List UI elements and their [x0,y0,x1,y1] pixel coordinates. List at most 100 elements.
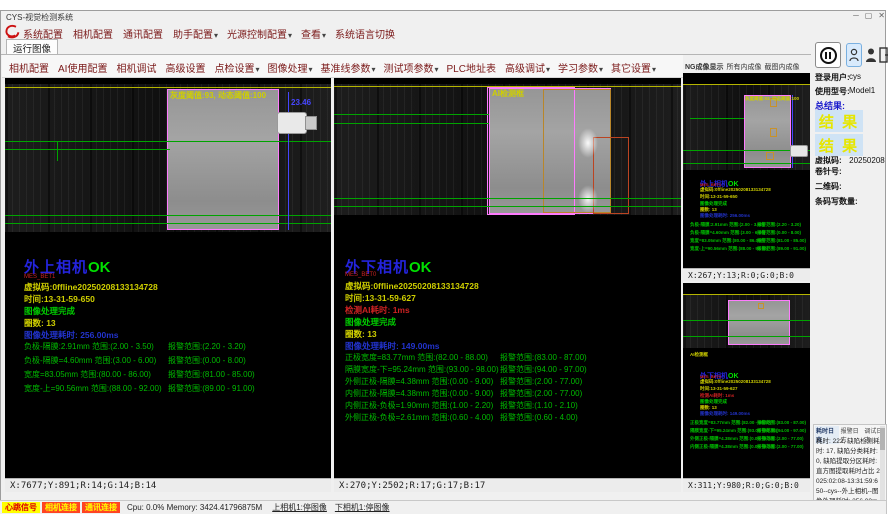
alarm-range: 报警范围:(2.00 - 77.00) [757,444,804,450]
menu-item-comm-config[interactable]: 通讯配置 [123,26,164,41]
exit-door-icon [879,47,888,63]
roi-rect-orange [758,303,764,309]
person-icon [849,48,859,62]
alarm-range: 报警范围:(2.00 - 77.00) [500,376,582,387]
connector-tip [305,116,317,130]
virtual-code-label: 虚拟码:0ffline20250208133134728 [345,280,479,292]
ai-time-label: 检测AI耗时: 1ms [345,304,410,316]
camera-upper-statusbar: X:7677;Y:891;R:14;G:14;B:14 [5,478,331,492]
menu-item-camera-config[interactable]: 相机配置 [73,26,114,41]
camera-view-lower[interactable]: AI检测框 外下相机OK MES_BET0 虚拟码:0ffline2025020… [334,78,681,478]
ai-overlay-label: AI检测框 [690,352,708,358]
measurement-row: 宽度=83.05mm 范围:(80.00 - 86.00) [690,238,762,244]
processing-time-label: 图像处理耗时: 256.00ms [24,329,118,341]
tool-plc-address-table[interactable]: PLC地址表 [447,60,497,75]
tool-test-item-params[interactable]: 测试项参数▾ [384,60,439,75]
tab-ng-display[interactable]: NG成像显示 [685,62,724,72]
tool-ai-usage-config[interactable]: AI使用配置 [58,60,108,75]
menu-item-view[interactable]: 查看▾ [301,26,326,41]
overlay-line-green [683,320,810,321]
virtual-code-label: 虚拟码:0ffline20250208133134728 [700,187,771,193]
measurement-row: 隔膜宽度-下=95.24mm 范围:(93.00 - 98.00) [345,364,499,375]
alarm-range: 报警范围:(89.00 - 91.00) [757,246,806,252]
alarm-range: 报警范围:(94.00 - 97.00) [757,428,806,434]
tool-other-settings[interactable]: 其它设置▾ [611,60,656,75]
camera-result-ok: OK [409,259,432,276]
measurement-row: 外侧正极-负极=2.61mm 范围:(0.60 - 4.00) [345,412,493,423]
threshold-overlay-label: 灰度阈值:93, 动态阈值:100 [170,90,266,101]
tool-advanced-debug[interactable]: 高级调试▾ [505,60,550,75]
menu-item-assistant-config[interactable]: 助手配置▾ [173,26,218,41]
overlay-line-green [5,223,331,224]
thumb-lower-statusbar: X:311;Y:980;R:0;G:0;B:0 [683,478,810,492]
login-user-value: cys [849,72,861,81]
measurement-row: 内侧正极-负极=1.90mm 范围:(1.00 - 2.20) [345,400,493,411]
processing-time-label: 图像处理耗时: 256.00ms [700,213,750,219]
roi-rect-orange [770,128,777,137]
thumb-view-upper[interactable]: 灰度阈值:93, 动态阈值:100 外上相机OK MES_BET1 虚拟码:0f… [683,73,810,268]
alarm-range: 报警范围:(81.00 - 85.00) [168,369,255,380]
overlay-line-green [334,123,489,124]
lower-camera-stream-label[interactable]: 下相机1:停图像 [335,502,390,513]
overlay-line-green [334,198,681,199]
comm-link-badge: 通讯连接 [82,502,120,513]
user-mode-button-selected[interactable] [846,43,862,67]
measure-line-blue [792,95,793,168]
close-button[interactable]: ✕ [878,11,885,23]
alarm-range: 报警范围:(2.00 - 77.00) [500,388,582,399]
tool-advanced-settings[interactable]: 高级设置 [165,60,206,75]
tool-camera-debug[interactable]: 相机调试 [116,60,157,75]
tool-spotcheck-settings[interactable]: 点检设置▾ [214,60,259,75]
threshold-overlay-label: 灰度阈值:93, 动态阈值:100 [745,96,799,102]
capture-time-label: 时间:13-31-59-627 [700,386,738,392]
overlay-line-green [690,118,744,119]
tool-learning-params[interactable]: 学习参数▾ [558,60,603,75]
overlay-line-green [683,336,810,337]
qr-code-label: 二维码: [815,181,842,192]
measurement-row: 正极宽度=83.77mm 范围:(82.00 - 88.00) [345,352,488,363]
overlay-line-green [334,206,681,207]
measurement-row: 负极-隔膜=4.60mm 范围:(3.00 - 6.00) [24,355,156,366]
admin-mode-button[interactable] [864,45,878,65]
alarm-range: 报警范围:(0.00 - 8.00) [168,355,246,366]
pause-button[interactable] [815,42,841,68]
connector-part [790,145,808,157]
measurement-row: 负极-隔膜:2.91mm 范围:(2.00 - 3.50) [690,222,764,228]
capture-time-label: 时间:13-31-59-650 [700,194,738,200]
upper-camera-stream-label[interactable]: 上相机1:停图像 [272,502,327,513]
maximize-button[interactable]: ▢ [865,11,873,23]
processing-done-label: 图像处理完成 [24,305,75,317]
tab-run-image[interactable]: 运行图像 [6,39,58,55]
led-highlight [578,185,598,213]
scrollbar-thumb[interactable] [880,428,885,450]
alarm-range: 报警范围:(94.00 - 97.00) [500,364,587,375]
measurement-row: 外侧正极-隔膜=4.38mm 范围:(0.00 - 9.00) [345,376,493,387]
tool-baseline-params[interactable]: 基准线参数▾ [320,60,375,75]
measurement-row: 负极-隔膜=4.60mm 范围:(3.00 - 6.00) [690,230,765,236]
overlay-line-yellow [683,84,810,85]
tool-image-processing[interactable]: 图像处理▾ [267,60,312,75]
tool-camera-config[interactable]: 相机配置 [9,60,50,75]
thumb-view-lower[interactable]: AI检测框 外下相机OK MES_BET0 虚拟码:0ffline2025020… [683,283,810,478]
menu-bar: 系统配置 相机配置 通讯配置 助手配置▾ 光源控制配置▾ 查看▾ 系统语言切换 [23,26,396,41]
overlay-line-green [5,149,170,150]
menu-item-language-switch[interactable]: 系统语言切换 [335,26,396,41]
camera-link-badge: 相机连接 [42,502,80,513]
logout-button[interactable] [879,44,888,66]
ai-detect-rect [593,137,629,214]
tab-snapshot-images[interactable]: 截图内成像 [765,62,800,72]
connector-part [277,112,307,134]
thumb-upper-statusbar: X:267;Y:13;R:0;G:0;B:0 [683,268,810,281]
tab-all-images[interactable]: 所有内成像 [727,62,762,72]
minimize-button[interactable]: ─ [853,11,859,23]
camera-view-upper[interactable]: 灰度阈值:93, 动态阈值:100 23.46 外上相机OK MES_BET1 … [5,78,331,478]
person-dark-icon [865,47,877,63]
alarm-range: 报警范围:(89.00 - 91.00) [168,383,255,394]
alarm-range: 报警范围:(1.10 - 2.10) [500,400,578,411]
measurement-row: 内侧正极-隔膜=4.38mm 范围:(0.00 - 9.00) [345,388,493,399]
loop-count-label: 圈数: 13 [345,328,377,340]
menu-item-light-config[interactable]: 光源控制配置▾ [227,26,292,41]
pause-icon [820,47,837,64]
app-statusbar: 心跳信号 相机连接 通讯连接 Cpu: 0.0% Memory: 3424.41… [0,500,886,514]
app-logo-icon [4,24,22,39]
